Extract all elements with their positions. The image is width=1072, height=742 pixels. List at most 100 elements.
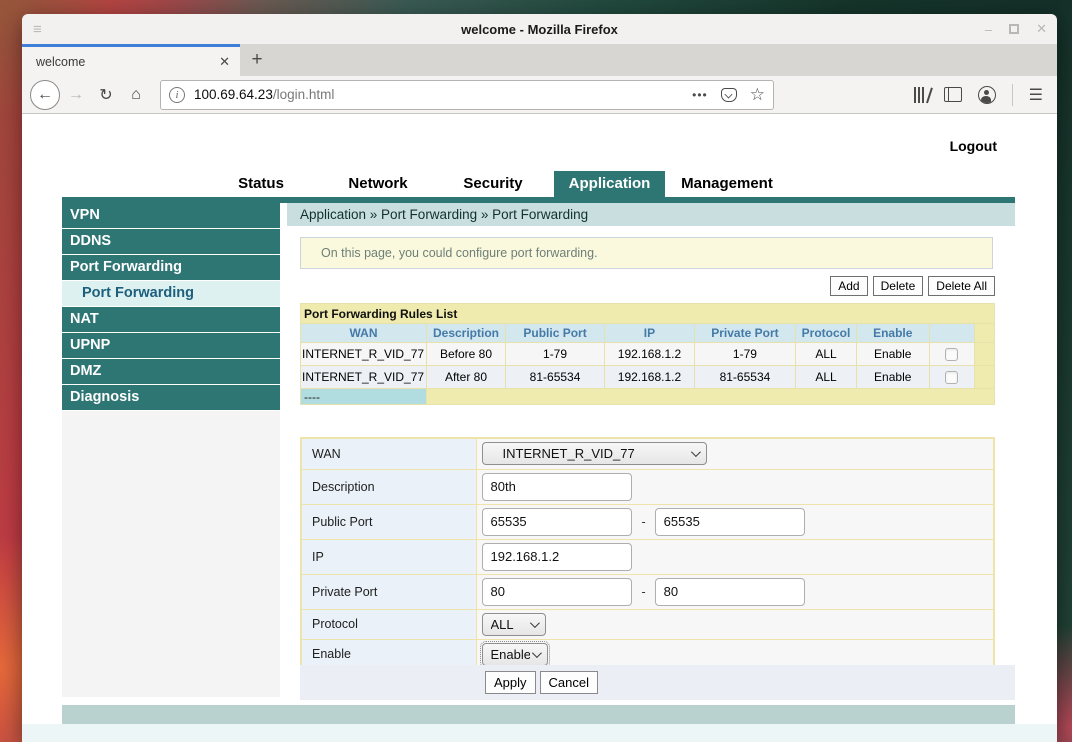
pocket-icon[interactable] (721, 88, 737, 102)
logout-link[interactable]: Logout (950, 138, 997, 154)
rule-select-checkbox[interactable] (945, 371, 958, 384)
wan-select[interactable]: INTERNET_R_VID_77 (482, 442, 707, 465)
sidebar-item-diagnosis[interactable]: Diagnosis (62, 385, 280, 410)
tab-security[interactable]: Security (463, 171, 522, 197)
col-header-protocol: Protocol (796, 324, 857, 343)
col-header-public-port: Public Port (505, 324, 604, 343)
sidebar-item-port-forwarding[interactable]: Port Forwarding (62, 255, 280, 280)
menu-icon[interactable]: ☰ (1029, 85, 1043, 105)
page-footer-bar (62, 705, 1015, 724)
protocol-select-value: ALL (491, 617, 514, 632)
protocol-select[interactable]: ALL (482, 613, 546, 636)
cell-filler (975, 366, 995, 389)
sidebar-item-upnp[interactable]: UPNP (62, 333, 280, 358)
col-header-ip: IP (605, 324, 695, 343)
apply-button[interactable]: Apply (485, 671, 536, 694)
cancel-button[interactable]: Cancel (540, 671, 598, 694)
rule-select-checkbox[interactable] (945, 348, 958, 361)
ip-field[interactable] (482, 543, 632, 571)
cell-ip: 192.168.1.2 (605, 366, 695, 389)
wan-select-value: INTERNET_R_VID_77 (503, 446, 635, 461)
range-separator: - (642, 585, 646, 599)
browser-tab-welcome[interactable]: welcome ✕ (22, 44, 240, 76)
sidebar-subitem-port-forwarding[interactable]: Port Forwarding (62, 281, 280, 306)
sidebar-item-nat[interactable]: NAT (62, 307, 280, 332)
url-host: 100.69.64.23 (194, 87, 273, 102)
new-tab-button[interactable]: + (240, 44, 274, 76)
cell-wan: INTERNET_R_VID_77 (301, 343, 427, 366)
url-path: /login.html (273, 87, 335, 102)
private-port-label: Private Port (301, 574, 476, 609)
cell-public-port: 1-79 (505, 343, 604, 366)
home-icon[interactable]: ⌂ (122, 81, 150, 109)
private-port-from-field[interactable] (482, 578, 632, 606)
page-hint-message: On this page, you could configure port f… (300, 237, 993, 269)
placeholder-cell: ---- (301, 389, 427, 405)
sidebar-item-vpn[interactable]: VPN (62, 203, 280, 228)
account-icon[interactable] (978, 86, 996, 104)
cell-public-port: 81-65534 (505, 366, 604, 389)
back-icon[interactable]: ← (30, 80, 60, 110)
url-text[interactable]: 100.69.64.23/login.html (194, 87, 334, 102)
range-separator: - (642, 515, 646, 529)
tab-application[interactable]: Application (554, 171, 665, 197)
toolbar-separator (1012, 84, 1013, 106)
sidebar-menu: VPN DDNS Port Forwarding Port Forwarding… (62, 203, 280, 411)
port-forwarding-form: WAN INTERNET_R_VID_77 Description Public… (300, 437, 995, 671)
cell-private-port: 81-65534 (694, 366, 795, 389)
browser-window: ≡ welcome - Mozilla Firefox – ✕ welcome … (22, 14, 1057, 742)
browser-toolbar: ← → ↻ ⌂ i 100.69.64.23/login.html ••• ☆ … (22, 76, 1057, 114)
col-header-filler (975, 324, 995, 343)
forward-icon[interactable]: → (62, 81, 90, 109)
sidebar-item-ddns[interactable]: DDNS (62, 229, 280, 254)
description-field[interactable] (482, 473, 632, 501)
col-header-description: Description (427, 324, 506, 343)
window-title: welcome - Mozilla Firefox (22, 22, 1057, 37)
rules-table-title: Port Forwarding Rules List (301, 304, 995, 324)
cell-filler (975, 343, 995, 366)
refresh-icon[interactable]: ↻ (92, 81, 120, 109)
page-background-strip (22, 724, 1057, 742)
delete-button[interactable]: Delete (873, 276, 924, 296)
col-header-private-port: Private Port (694, 324, 795, 343)
bookmark-star-icon[interactable]: ☆ (750, 85, 765, 105)
page-viewport: Logout Status Network Security Applicati… (22, 114, 1057, 742)
table-row: INTERNET_R_VID_77 Before 80 1-79 192.168… (301, 343, 995, 366)
enable-select-value: Enable (491, 647, 530, 662)
col-header-select (929, 324, 975, 343)
tab-status[interactable]: Status (238, 171, 284, 197)
close-button[interactable]: ✕ (1036, 21, 1047, 37)
add-button[interactable]: Add (830, 276, 867, 296)
tab-close-icon[interactable]: ✕ (219, 54, 230, 70)
public-port-label: Public Port (301, 504, 476, 539)
maximize-button[interactable] (1009, 24, 1019, 34)
site-info-icon[interactable]: i (169, 87, 185, 103)
sidebar-item-dmz[interactable]: DMZ (62, 359, 280, 384)
cell-description: Before 80 (427, 343, 506, 366)
placeholder-row: ---- (301, 389, 995, 405)
cell-enable: Enable (856, 366, 929, 389)
library-icon[interactable] (914, 87, 928, 103)
enable-select[interactable]: Enable (482, 643, 548, 666)
private-port-to-field[interactable] (655, 578, 805, 606)
cell-description: After 80 (427, 366, 506, 389)
public-port-from-field[interactable] (482, 508, 632, 536)
col-header-enable: Enable (856, 324, 929, 343)
cell-wan: INTERNET_R_VID_77 (301, 366, 427, 389)
title-bar[interactable]: ≡ welcome - Mozilla Firefox – ✕ (22, 14, 1057, 44)
tab-network[interactable]: Network (348, 171, 407, 197)
protocol-label: Protocol (301, 609, 476, 639)
breadcrumb: Application » Port Forwarding » Port For… (287, 203, 1015, 226)
port-forwarding-rules-table: Port Forwarding Rules List WAN Descripti… (300, 303, 995, 405)
page-actions-icon[interactable]: ••• (692, 88, 708, 102)
delete-all-button[interactable]: Delete All (928, 276, 995, 296)
url-bar[interactable]: i 100.69.64.23/login.html ••• ☆ (160, 80, 774, 110)
public-port-to-field[interactable] (655, 508, 805, 536)
minimize-button[interactable]: – (985, 22, 992, 37)
sidebar-panel-icon[interactable] (944, 87, 962, 102)
window-menu-icon[interactable]: ≡ (33, 21, 42, 38)
description-label: Description (301, 469, 476, 504)
cell-ip: 192.168.1.2 (605, 343, 695, 366)
tab-management[interactable]: Management (681, 171, 773, 197)
col-header-wan: WAN (301, 324, 427, 343)
